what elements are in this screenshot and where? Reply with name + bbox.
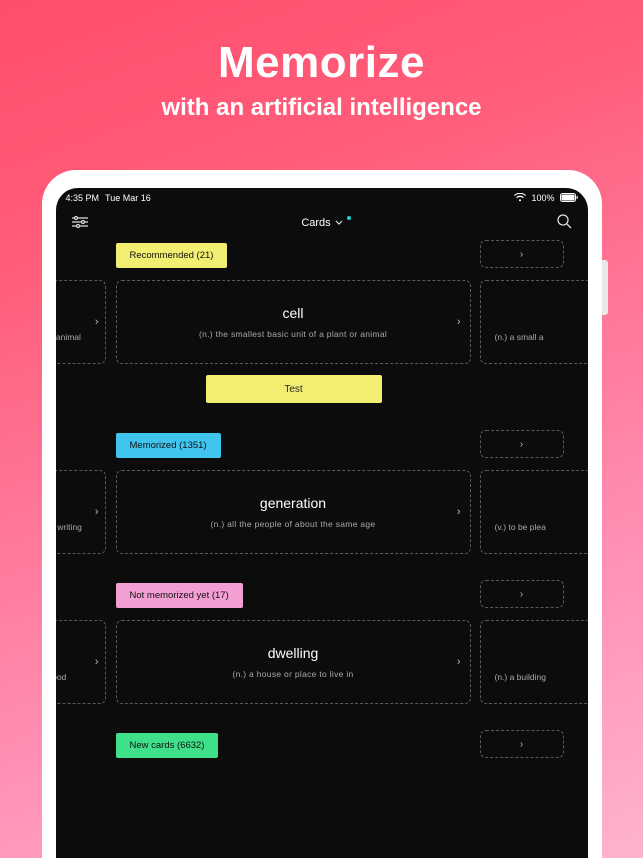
card-definition: (n.) all the people of about the same ag… [211,519,376,529]
status-battery-text: 100% [531,193,554,203]
card-definition: (n.) a house or place to live in [232,669,353,679]
tablet-frame: 4:35 PM Tue Mar 16 100% Cards [42,170,602,858]
chevron-right-icon: › [520,589,523,600]
section-pill-recommended[interactable]: Recommended (21) [116,243,228,268]
filter-icon[interactable] [72,216,88,231]
section-more-notmemorized[interactable]: › [480,580,564,608]
peek-text: (v.) to be plea [495,522,546,532]
notification-dot-icon [347,216,351,220]
nav-title-dropdown[interactable]: Cards [301,217,342,229]
chevron-right-icon: › [520,739,523,750]
chevron-right-icon: › [520,439,523,450]
peek-text: (n.) a building [495,672,547,682]
card-peek-left[interactable]: › ce of writing [56,470,106,554]
chevron-right-icon: › [95,506,99,518]
chevron-right-icon: › [95,316,99,328]
chevron-right-icon: › [457,656,461,668]
status-date: Tue Mar 16 [105,193,151,203]
chevron-right-icon: › [520,249,523,260]
section-pill-notmemorized[interactable]: Not memorized yet (17) [116,583,243,608]
card-definition: (n.) the smallest basic unit of a plant … [199,329,387,339]
card-title: generation [260,495,326,511]
card-peek-right[interactable]: (v.) to be plea [480,470,588,554]
peek-text: (n.) a small a [495,332,544,342]
card-peek-right[interactable]: (n.) a small a [480,280,588,364]
chevron-right-icon: › [457,316,461,328]
chevron-right-icon: › [95,656,99,668]
status-time: 4:35 PM [66,193,100,203]
chevron-down-icon [335,217,343,229]
card-dwelling[interactable]: dwelling (n.) a house or place to live i… [116,620,471,704]
test-button[interactable]: Test [206,375,382,403]
promo-subtitle: with an artificial intelligence [0,94,643,122]
section-more-memorized[interactable]: › [480,430,564,458]
section-more-newcards[interactable]: › [480,730,564,758]
peek-text: of wood [56,672,97,682]
chevron-right-icon: › [457,506,461,518]
nav-title-text: Cards [301,217,330,229]
section-pill-memorized[interactable]: Memorized (1351) [116,433,221,458]
section-pill-newcards[interactable]: New cards (6632) [116,733,219,758]
card-generation[interactable]: generation (n.) all the people of about … [116,470,471,554]
card-peek-right[interactable]: (n.) a building [480,620,588,704]
wifi-icon [514,193,526,204]
battery-icon [560,193,578,204]
tablet-button [602,260,608,315]
status-bar: 4:35 PM Tue Mar 16 100% [56,188,588,206]
app-screen: 4:35 PM Tue Mar 16 100% Cards [56,188,588,858]
card-peek-left[interactable]: › of wood [56,620,106,704]
card-title: cell [282,305,303,321]
peek-text: nt or animal [56,332,97,342]
content-area: Recommended (21) › › nt or animal cell (… [56,240,588,858]
card-title: dwelling [268,645,319,661]
search-icon[interactable] [557,214,572,232]
card-peek-left[interactable]: › nt or animal [56,280,106,364]
section-more-recommended[interactable]: › [480,240,564,268]
nav-bar: Cards [56,206,588,240]
peek-text: ce of writing [56,522,97,532]
promo-title: Memorize [0,38,643,88]
card-cell[interactable]: cell (n.) the smallest basic unit of a p… [116,280,471,364]
